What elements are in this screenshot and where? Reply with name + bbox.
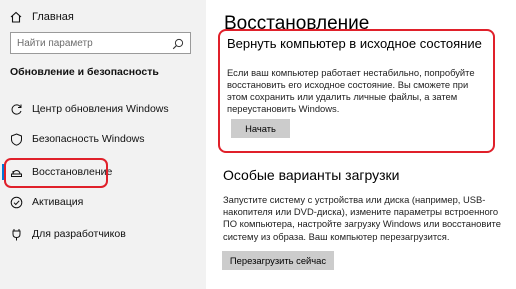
sidebar-item-label: Центр обновления Windows — [32, 103, 169, 115]
sidebar: Главная Обновление и безопасность Центр … — [0, 0, 206, 289]
selection-indicator — [2, 164, 5, 180]
search-box[interactable] — [10, 32, 191, 54]
sidebar-item-windows-update[interactable]: Центр обновления Windows — [0, 95, 206, 123]
sidebar-item-label: Активация — [32, 196, 84, 208]
sidebar-item-label: Восстановление — [32, 166, 113, 178]
search-icon[interactable] — [172, 37, 184, 50]
developer-icon — [10, 228, 23, 241]
section-title: Обновление и безопасность — [10, 66, 159, 78]
check-circle-icon — [10, 196, 23, 209]
reset-pc-section: Вернуть компьютер в исходное состояние Е… — [218, 29, 495, 153]
refresh-icon — [10, 103, 23, 116]
recovery-icon — [10, 166, 23, 179]
main-content: Восстановление Вернуть компьютер в исход… — [206, 0, 516, 289]
reset-heading: Вернуть компьютер в исходное состояние — [227, 36, 482, 51]
sidebar-item-activation[interactable]: Активация — [0, 188, 206, 216]
home-link[interactable]: Главная — [9, 7, 74, 27]
advanced-startup-description: Запустите систему с устройства или диска… — [223, 194, 501, 242]
restart-now-button[interactable]: Перезагрузить сейчас — [222, 251, 334, 270]
search-input[interactable] — [11, 37, 167, 49]
sidebar-item-windows-security[interactable]: Безопасность Windows — [0, 125, 206, 153]
start-button[interactable]: Начать — [231, 119, 290, 138]
sidebar-item-label: Безопасность Windows — [32, 133, 145, 145]
reset-description: Если ваш компьютер работает нестабильно,… — [227, 67, 475, 114]
shield-icon — [10, 132, 23, 146]
home-icon — [9, 10, 23, 24]
advanced-startup-heading: Особые варианты загрузки — [223, 167, 400, 183]
home-label: Главная — [32, 11, 74, 23]
sidebar-item-developers[interactable]: Для разработчиков — [0, 220, 206, 248]
sidebar-item-label: Для разработчиков — [32, 228, 126, 240]
sidebar-item-recovery[interactable]: Восстановление — [0, 158, 206, 188]
